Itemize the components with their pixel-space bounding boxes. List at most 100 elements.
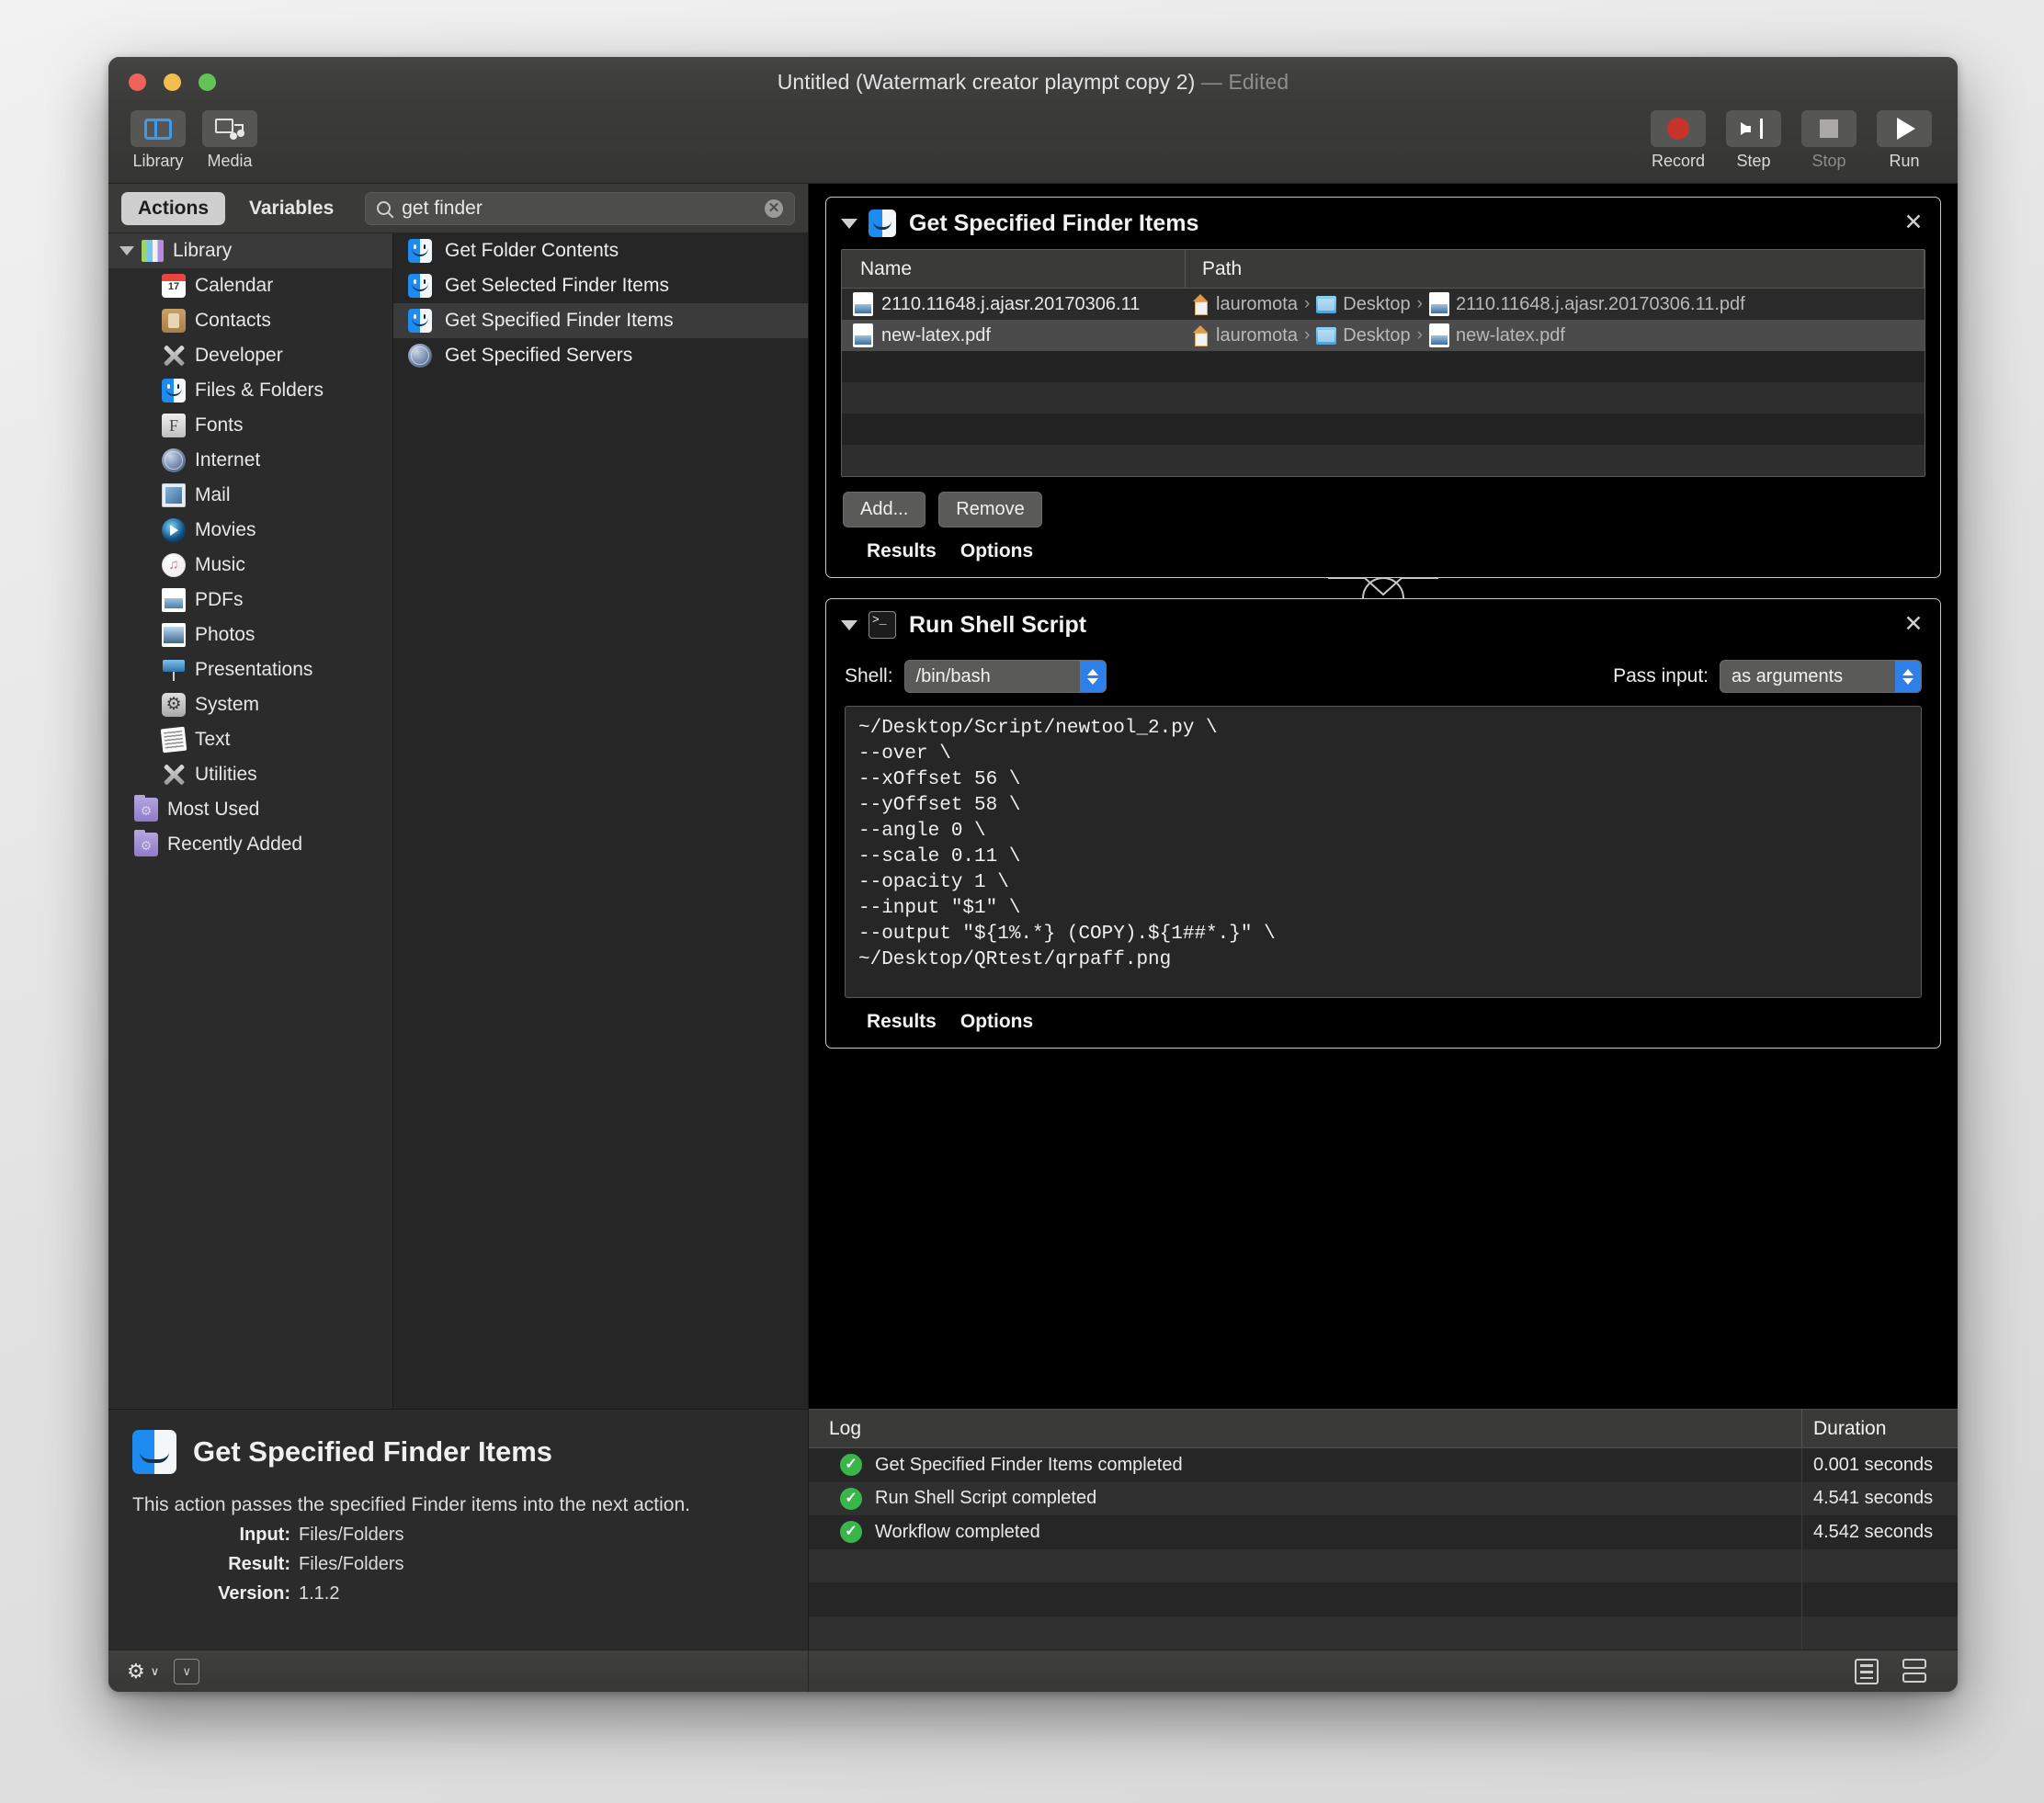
action-card-get-specified-finder-items: Get Specified Finder Items ✕ Name Path 2… xyxy=(825,197,1941,578)
tree-item-utilities[interactable]: Utilities xyxy=(108,757,392,792)
action-item-get-folder-contents[interactable]: Get Folder Contents xyxy=(393,233,808,268)
home-folder-icon xyxy=(1191,294,1209,315)
smart-folder-icon xyxy=(134,830,158,856)
tree-item-files-folders[interactable]: Files & Folders xyxy=(108,373,392,408)
run-button[interactable]: Run xyxy=(1875,110,1934,171)
table-row[interactable]: new-latex.pdf lauromota › Desktop › new-… xyxy=(842,320,1925,351)
table-row-empty xyxy=(842,351,1925,382)
finder-items-table[interactable]: Name Path 2110.11648.j.ajasr.20170306.11 xyxy=(841,249,1925,477)
action-card-tabs: Results Options xyxy=(826,998,1940,1048)
media-toolbar-button[interactable]: Media xyxy=(200,110,259,171)
tree-item-presentations[interactable]: Presentations xyxy=(108,652,392,687)
shell-script-text[interactable]: ~/Desktop/Script/newtool_2.py \ --over \… xyxy=(858,716,1908,973)
log-list-view-icon[interactable] xyxy=(1855,1658,1879,1684)
tree-item-internet[interactable]: Internet xyxy=(108,443,392,478)
action-item-get-selected-finder-items[interactable]: Get Selected Finder Items xyxy=(393,268,808,303)
log-row-empty xyxy=(809,1548,1958,1583)
table-row[interactable]: 2110.11648.j.ajasr.20170306.11 lauromota… xyxy=(842,289,1925,320)
shell-script-editor[interactable]: ~/Desktop/Script/newtool_2.py \ --over \… xyxy=(845,706,1922,998)
media-button-label: Media xyxy=(207,152,253,170)
tree-item-label: PDFs xyxy=(195,589,244,610)
search-field[interactable]: get finder ✕ xyxy=(365,191,795,225)
contacts-icon xyxy=(162,309,186,333)
tab-results[interactable]: Results xyxy=(867,1011,937,1033)
column-header-duration[interactable]: Duration xyxy=(1801,1410,1958,1448)
log-row[interactable]: ✓ Workflow completed 4.542 seconds xyxy=(809,1515,1958,1549)
tree-item-fonts[interactable]: Fonts xyxy=(108,408,392,443)
close-icon[interactable]: ✕ xyxy=(1902,613,1925,637)
tree-item-label: System xyxy=(195,694,260,715)
tree-item-calendar[interactable]: Calendar xyxy=(108,268,392,303)
tab-results[interactable]: Results xyxy=(867,540,937,562)
pdf-document-icon xyxy=(853,323,873,347)
tree-item-pdfs[interactable]: PDFs xyxy=(108,583,392,618)
disclosure-triangle-icon[interactable] xyxy=(119,246,134,255)
window-body: Actions Variables get finder ✕ Library 1… xyxy=(108,184,1958,1650)
search-input[interactable]: get finder xyxy=(402,198,765,220)
collapse-triangle-icon[interactable] xyxy=(841,218,857,229)
status-bar-left: ⚙ ∨ ∨ xyxy=(108,1650,809,1692)
field-value: Files/Folders xyxy=(299,1525,404,1545)
library-toolbar-button[interactable]: Library xyxy=(129,110,187,171)
table-header: Name Path xyxy=(842,250,1925,289)
column-header-path[interactable]: Path xyxy=(1186,250,1925,288)
description-field-input: Input: Files/Folders xyxy=(132,1525,784,1546)
pass-input-label: Pass input: xyxy=(1613,665,1709,686)
action-item-label: Get Selected Finder Items xyxy=(445,275,669,296)
table-row-empty xyxy=(842,445,1925,476)
action-card-title: Run Shell Script xyxy=(909,611,1087,638)
tab-options[interactable]: Options xyxy=(960,540,1033,562)
tab-actions[interactable]: Actions xyxy=(121,191,226,225)
step-button[interactable]: Step xyxy=(1724,110,1783,171)
collapse-toggle-icon[interactable]: ∨ xyxy=(174,1658,200,1684)
tree-item-movies[interactable]: Movies xyxy=(108,513,392,548)
tree-item-mail[interactable]: Mail xyxy=(108,478,392,513)
tree-item-system[interactable]: System xyxy=(108,687,392,722)
tree-item-most-used[interactable]: Most Used xyxy=(108,792,392,827)
pass-input-select[interactable]: as arguments xyxy=(1720,660,1922,693)
folder-icon xyxy=(1316,326,1337,345)
remove-button[interactable]: Remove xyxy=(938,492,1042,527)
field-key: Input: xyxy=(239,1525,290,1545)
log-row[interactable]: ✓ Get Specified Finder Items completed 0… xyxy=(809,1448,1958,1482)
action-item-label: Get Folder Contents xyxy=(445,240,619,261)
toolbar-right-group: Record Step Stop Run xyxy=(1649,110,1934,171)
tree-item-photos[interactable]: Photos xyxy=(108,618,392,652)
tab-variables[interactable]: Variables xyxy=(233,192,350,225)
stop-button[interactable]: Stop xyxy=(1800,110,1858,171)
column-header-log[interactable]: Log xyxy=(809,1418,1801,1440)
action-card-title: Get Specified Finder Items xyxy=(909,210,1199,236)
column-header-name[interactable]: Name xyxy=(842,250,1186,288)
terminal-icon xyxy=(869,611,896,639)
chevron-updown-icon xyxy=(1079,661,1106,692)
add-button[interactable]: Add... xyxy=(843,492,926,527)
clear-search-icon[interactable]: ✕ xyxy=(765,198,783,218)
description-header: Get Specified Finder Items xyxy=(132,1430,784,1474)
tree-item-text[interactable]: Text xyxy=(108,722,392,757)
workflow-canvas[interactable]: Get Specified Finder Items ✕ Name Path 2… xyxy=(809,184,1958,1409)
desktop-background: Untitled (Watermark creator plaympt copy… xyxy=(0,0,2044,1803)
shell-select[interactable]: /bin/bash xyxy=(903,660,1107,693)
window-title-edited-state: Edited xyxy=(1228,70,1289,94)
tree-item-music[interactable]: Music xyxy=(108,548,392,583)
window-titlebar: Untitled (Watermark creator plaympt copy… xyxy=(108,57,1958,105)
log-split-view-icon[interactable] xyxy=(1902,1658,1926,1684)
tab-options[interactable]: Options xyxy=(960,1011,1033,1033)
gear-icon[interactable]: ⚙ xyxy=(127,1660,145,1684)
tree-item-recently-added[interactable]: Recently Added xyxy=(108,827,392,862)
tree-item-library[interactable]: Library xyxy=(108,233,392,268)
stop-button-label: Stop xyxy=(1811,152,1846,170)
collapse-triangle-icon[interactable] xyxy=(841,619,857,630)
record-button[interactable]: Record xyxy=(1649,110,1708,171)
chevron-down-icon[interactable]: ∨ xyxy=(151,1664,160,1679)
log-message: Get Specified Finder Items completed xyxy=(875,1454,1183,1475)
chevron-right-icon: › xyxy=(1303,325,1311,345)
action-item-get-specified-servers[interactable]: Get Specified Servers xyxy=(393,338,808,373)
action-card-run-shell-script: Run Shell Script ✕ Shell: /bin/bash Pass… xyxy=(825,598,1941,1049)
chevron-right-icon: › xyxy=(1416,294,1423,313)
log-row[interactable]: ✓ Run Shell Script completed 4.541 secon… xyxy=(809,1481,1958,1516)
action-item-get-specified-finder-items[interactable]: Get Specified Finder Items xyxy=(393,303,808,338)
tree-item-contacts[interactable]: Contacts xyxy=(108,303,392,338)
tree-item-developer[interactable]: Developer xyxy=(108,338,392,373)
close-icon[interactable]: ✕ xyxy=(1902,211,1925,235)
